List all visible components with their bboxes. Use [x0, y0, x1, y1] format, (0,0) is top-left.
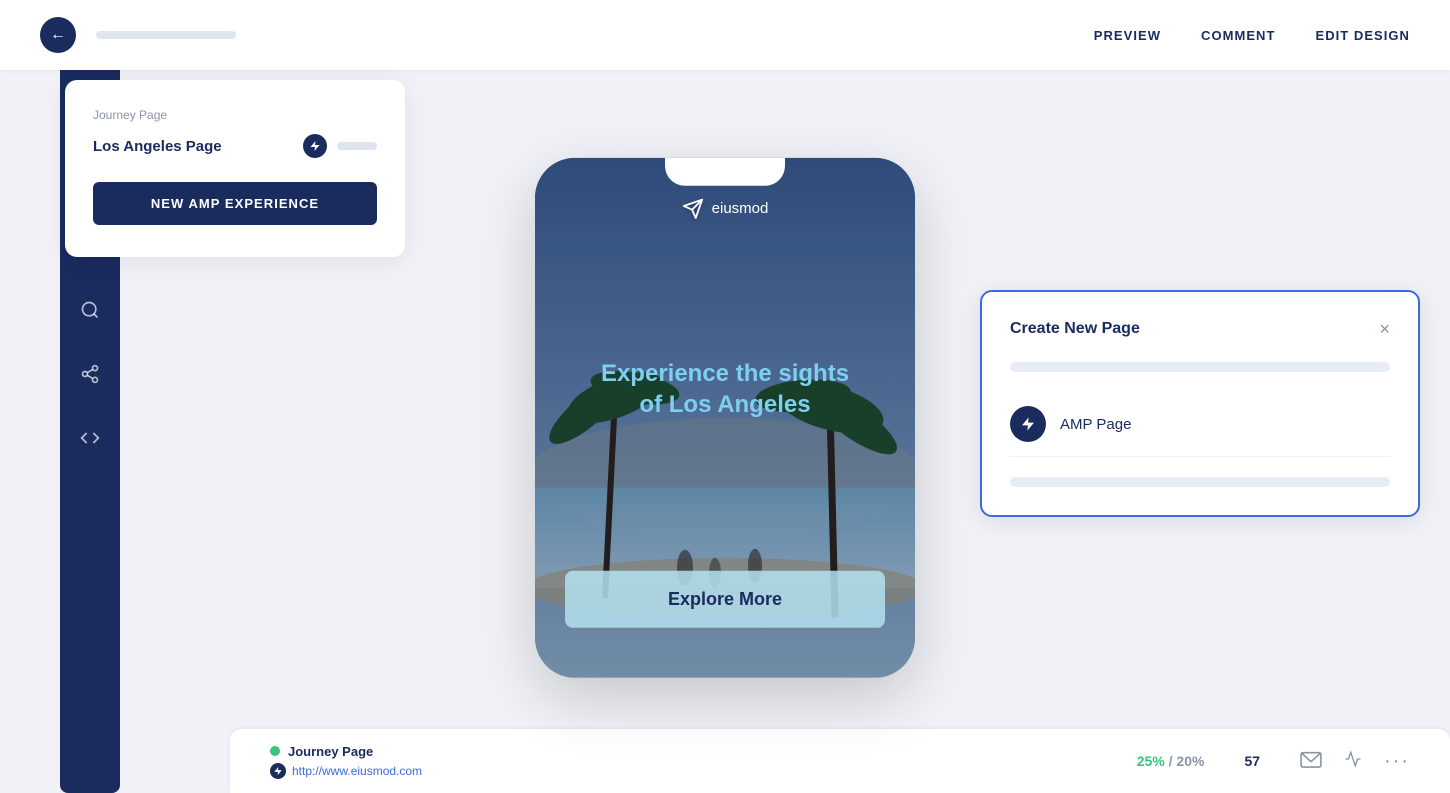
- phone-cta-button[interactable]: Explore More: [565, 570, 885, 627]
- journey-page-card: Journey Page Los Angeles Page NEW AMP EX…: [65, 80, 405, 257]
- journey-card-dots: [337, 142, 377, 150]
- status-page-info: Journey Page http://www.eiusmod.com: [270, 744, 470, 779]
- status-percent-gray: 20%: [1176, 753, 1204, 769]
- phone-scene: eiusmod Experience the sights of Los Ang…: [535, 157, 915, 677]
- phone-frame: eiusmod Experience the sights of Los Ang…: [535, 157, 915, 677]
- status-percent-green: 25%: [1137, 753, 1165, 769]
- preview-link[interactable]: PREVIEW: [1094, 28, 1161, 43]
- create-page-extra: [1010, 477, 1390, 487]
- phone-headline: Experience the sights of Los Angeles: [565, 357, 885, 419]
- status-count: 57: [1244, 753, 1260, 769]
- journey-card-row: Los Angeles Page: [93, 134, 377, 158]
- status-page-name-text: Journey Page: [288, 744, 373, 759]
- create-page-title: Create New Page: [1010, 320, 1140, 338]
- phone-brand-icon: [682, 197, 704, 219]
- top-nav-right: PREVIEW COMMENT EDIT DESIGN: [1094, 28, 1410, 43]
- sidebar-item-search[interactable]: [72, 292, 108, 328]
- phone-main-content: Experience the sights of Los Angeles: [535, 357, 915, 419]
- status-dot: [270, 746, 280, 756]
- amp-option-label: AMP Page: [1060, 416, 1131, 433]
- amp-page-option[interactable]: AMP Page: [1010, 392, 1390, 457]
- phone-cta-text: Explore More: [668, 588, 782, 608]
- phone-preview-wrapper: eiusmod Experience the sights of Los Ang…: [535, 157, 915, 677]
- phone-brand-header: eiusmod: [535, 197, 915, 219]
- status-amp-icon: [270, 763, 286, 779]
- phone-headline-highlight: of Los Angeles: [639, 390, 810, 417]
- analytics-icon[interactable]: [1342, 750, 1364, 773]
- sidebar-item-share[interactable]: [72, 356, 108, 392]
- status-page-name: Journey Page: [270, 744, 470, 759]
- breadcrumb: [96, 31, 236, 39]
- phone-headline-text: Experience the sights: [601, 359, 849, 386]
- phone-brand-name: eiusmod: [712, 200, 769, 217]
- close-panel-button[interactable]: ×: [1379, 320, 1390, 338]
- new-amp-experience-button[interactable]: NEW AMP EXPERIENCE: [93, 182, 377, 225]
- top-nav-left: ←: [40, 17, 236, 53]
- create-page-header: Create New Page ×: [1010, 320, 1390, 338]
- status-percent: 25% / 20%: [1137, 753, 1205, 769]
- top-navigation: ← PREVIEW COMMENT EDIT DESIGN: [0, 0, 1450, 70]
- edit-design-link[interactable]: EDIT DESIGN: [1315, 28, 1410, 43]
- comment-link[interactable]: COMMENT: [1201, 28, 1275, 43]
- status-actions: ···: [1300, 750, 1410, 773]
- create-page-panel: Create New Page × AMP Page: [980, 290, 1420, 517]
- phone-notch: [665, 157, 785, 185]
- phone-background: eiusmod Experience the sights of Los Ang…: [535, 157, 915, 677]
- sidebar-item-code[interactable]: [72, 420, 108, 456]
- back-icon: ←: [50, 26, 66, 44]
- status-url[interactable]: http://www.eiusmod.com: [270, 763, 470, 779]
- status-bar: Journey Page http://www.eiusmod.com 25% …: [230, 729, 1450, 793]
- status-url-text: http://www.eiusmod.com: [292, 764, 422, 778]
- email-icon[interactable]: [1300, 750, 1322, 773]
- create-page-search-bar[interactable]: [1010, 362, 1390, 372]
- more-options-icon[interactable]: ···: [1384, 750, 1410, 773]
- back-button[interactable]: ←: [40, 17, 76, 53]
- status-metrics: 25% / 20% 57 ···: [1137, 750, 1410, 773]
- amp-option-icon: [1010, 406, 1046, 442]
- amp-badge: [303, 134, 327, 158]
- journey-card-label: Journey Page: [93, 108, 377, 122]
- journey-card-title: Los Angeles Page: [93, 138, 293, 155]
